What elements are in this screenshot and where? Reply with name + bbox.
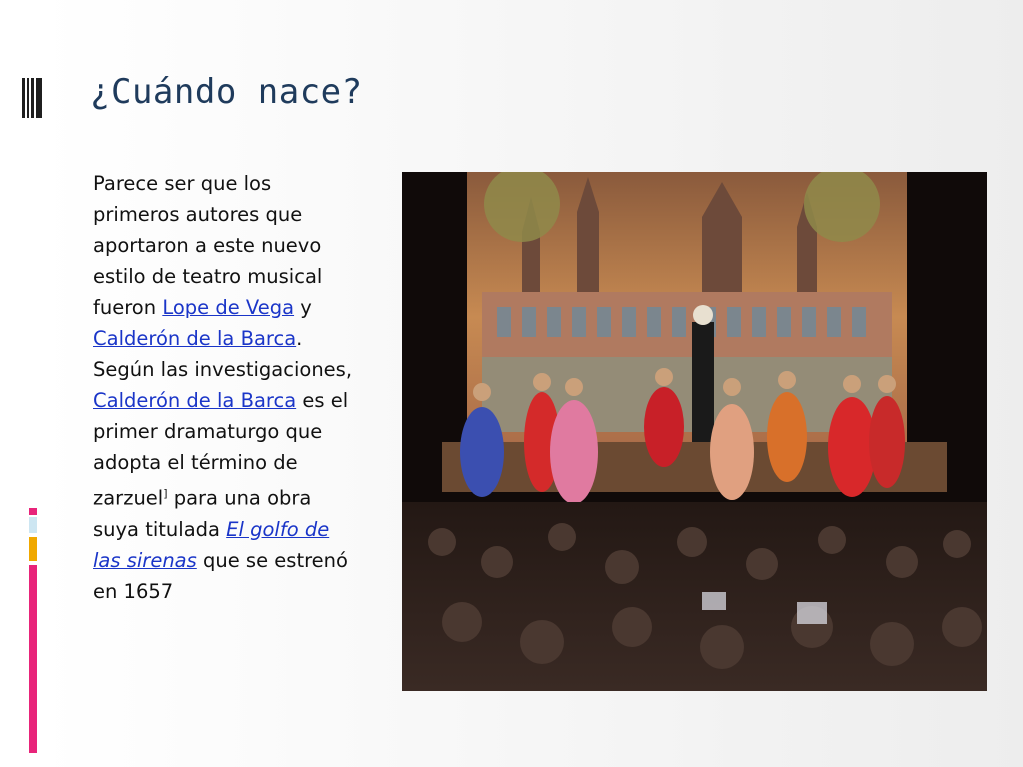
link-calderon-2[interactable]: Calderón de la Barca bbox=[93, 389, 296, 412]
link-lope-de-vega[interactable]: Lope de Vega bbox=[162, 296, 294, 319]
accent-strip-lightblue bbox=[29, 517, 37, 533]
link-calderon-1[interactable]: Calderón de la Barca bbox=[93, 327, 296, 350]
accent-strip-orange bbox=[29, 537, 37, 561]
body-text-2: y bbox=[294, 296, 312, 319]
zarzuela-stage-photo bbox=[402, 172, 987, 691]
bars-icon bbox=[22, 78, 42, 118]
accent-strip-magenta-top bbox=[29, 508, 37, 515]
accent-strip-magenta bbox=[29, 565, 37, 753]
slide-title: ¿Cuándo nace? bbox=[90, 72, 363, 112]
body-paragraph: Parece ser que los primeros autores que … bbox=[93, 168, 358, 607]
